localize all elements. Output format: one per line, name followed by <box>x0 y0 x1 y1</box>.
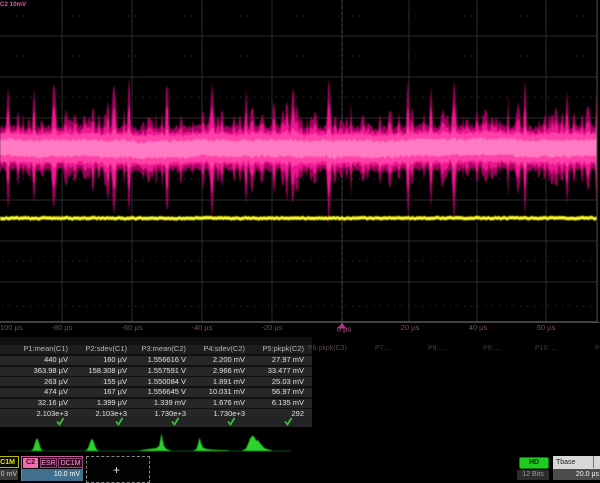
svg-text:-80 µs: -80 µs <box>52 323 73 332</box>
svg-text:-20 µs: -20 µs <box>262 323 283 332</box>
svg-text:40 µs: 40 µs <box>469 323 488 332</box>
svg-text:20 µs: 20 µs <box>401 323 420 332</box>
svg-text:-60 µs: -60 µs <box>122 323 143 332</box>
svg-text:C2 10mV: C2 10mV <box>0 1 27 8</box>
svg-text:-100 µs: -100 µs <box>0 323 23 332</box>
svg-text:-40 µs: -40 µs <box>192 323 213 332</box>
svg-text:60 µs: 60 µs <box>537 323 556 332</box>
